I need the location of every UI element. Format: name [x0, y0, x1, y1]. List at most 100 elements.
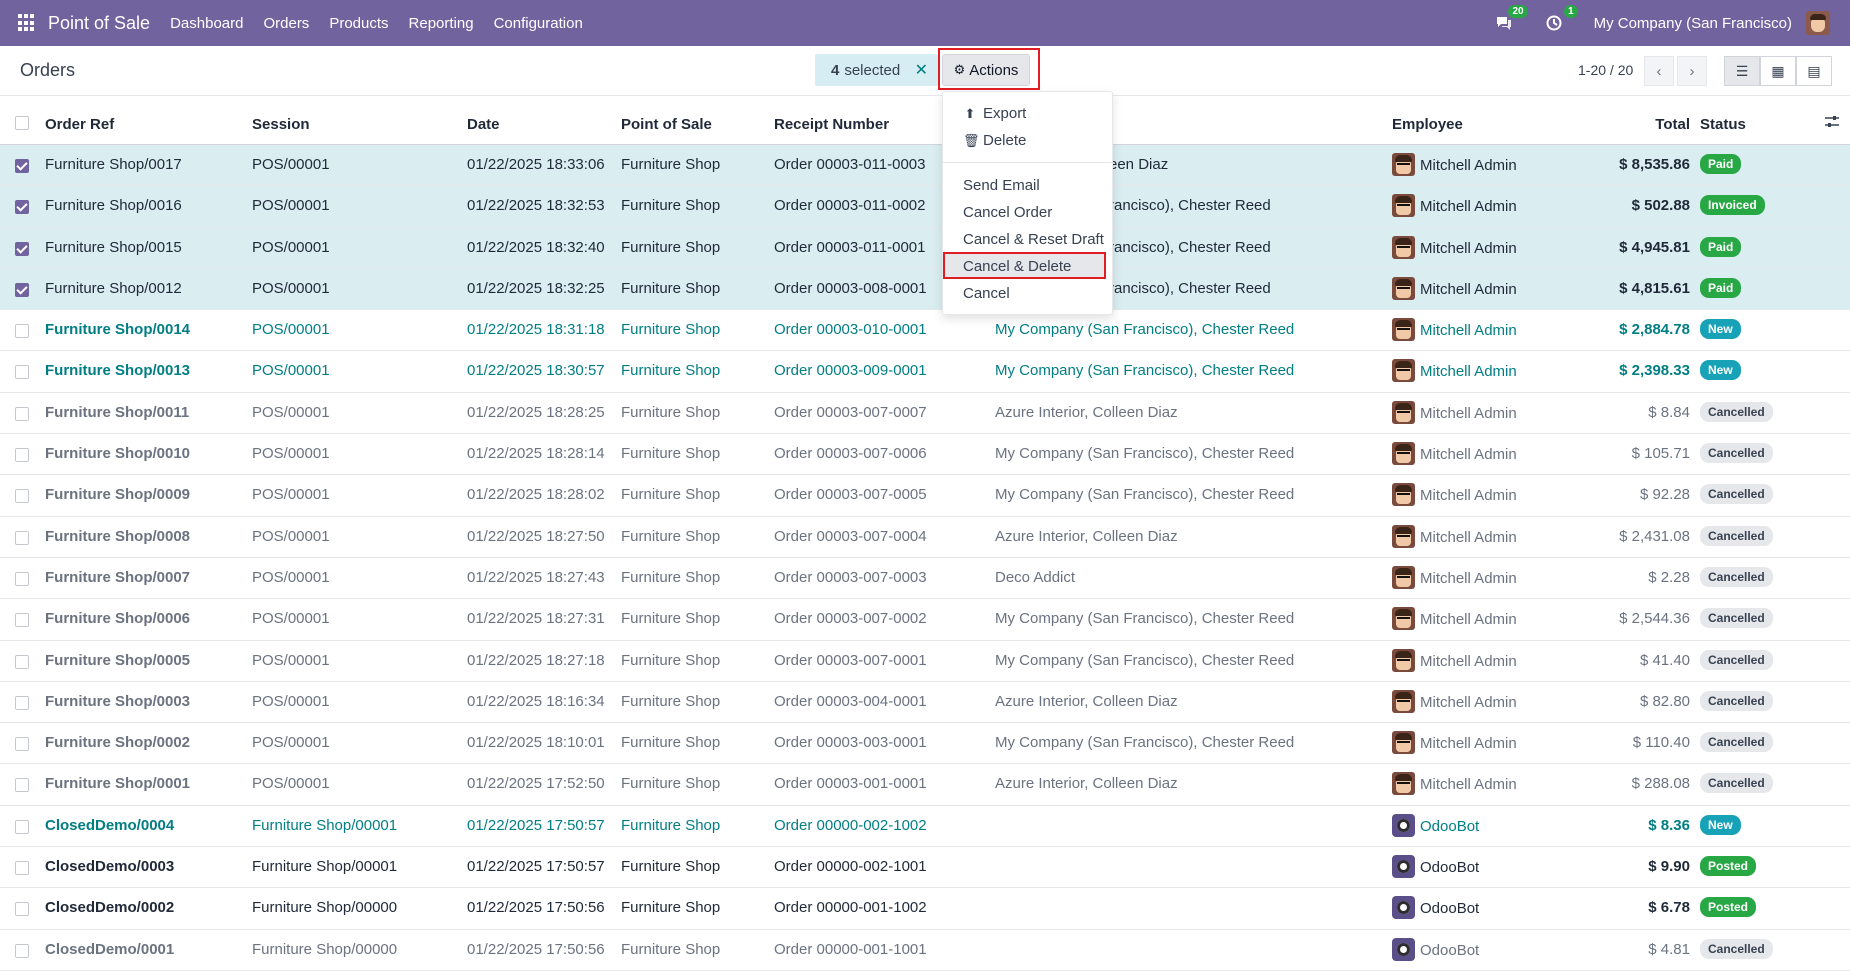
table-row[interactable]: Furniture Shop/0013 POS/00001 01/22/2025 1…	[0, 351, 1850, 393]
menu-reporting[interactable]: Reporting	[409, 15, 474, 32]
apps-menu-icon[interactable]	[18, 14, 36, 32]
employee-name: Mitchell Admin	[1420, 693, 1517, 711]
menu-export[interactable]: ⬆ Export	[963, 105, 1027, 122]
messages-count-badge: 20	[1508, 5, 1528, 18]
row-checkbox[interactable]	[15, 778, 29, 793]
col-date[interactable]: Date	[467, 116, 500, 133]
menu-configuration[interactable]: Configuration	[494, 15, 583, 32]
user-avatar[interactable]	[1806, 11, 1830, 35]
row-checkbox[interactable]	[15, 282, 29, 297]
col-total[interactable]: Total	[1620, 116, 1690, 133]
column-settings-icon[interactable]	[1824, 115, 1840, 133]
col-point-of-sale[interactable]: Point of Sale	[621, 116, 712, 133]
list-view-icon[interactable]: ☰	[1724, 56, 1760, 86]
table-row[interactable]: Furniture Shop/0001 POS/00001 01/22/2025 1…	[0, 764, 1850, 806]
messages-icon[interactable]: 20	[1494, 5, 1528, 33]
row-checkbox[interactable]	[15, 654, 29, 669]
row-checkbox[interactable]	[15, 737, 29, 752]
order-date: 01/22/2025 18:32:40	[467, 238, 605, 256]
table-row[interactable]: Furniture Shop/0006 POS/00001 01/22/2025 1…	[0, 599, 1850, 641]
table-row[interactable]: Furniture Shop/0011 POS/00001 01/22/2025 1…	[0, 393, 1850, 435]
table-row[interactable]: Furniture Shop/0003 POS/00001 01/22/2025 1…	[0, 682, 1850, 724]
table-row[interactable]: Furniture Shop/0012 POS/00001 01/22/2025 1…	[0, 268, 1850, 311]
menu-delete-label: Delete	[983, 132, 1027, 149]
selection-indicator: 4 selected ✕	[815, 54, 938, 86]
menu-orders[interactable]: Orders	[263, 15, 309, 32]
col-order-ref[interactable]: Order Ref	[45, 116, 114, 133]
menu-dashboard[interactable]: Dashboard	[170, 15, 243, 32]
order-total: $ 4.81	[1648, 940, 1690, 958]
table-row[interactable]: Furniture Shop/0009 POS/00001 01/22/2025 1…	[0, 475, 1850, 517]
employee-name: Mitchell Admin	[1420, 322, 1517, 340]
menu-send-email[interactable]: Send Email	[963, 177, 1040, 194]
row-checkbox[interactable]	[15, 448, 29, 463]
status-badge: Posted	[1700, 897, 1757, 918]
row-checkbox[interactable]	[15, 200, 29, 215]
row-checkbox[interactable]	[15, 241, 29, 256]
table-row[interactable]: Furniture Shop/0016 POS/00001 01/22/2025 1…	[0, 186, 1850, 228]
table-row[interactable]: Furniture Shop/0014 POS/00001 01/22/2025 1…	[0, 310, 1850, 352]
table-row[interactable]: Furniture Shop/0002 POS/00001 01/22/2025 1…	[0, 723, 1850, 765]
point-of-sale: Furniture Shop	[621, 775, 721, 793]
menu-delete[interactable]: 🗑 Delete	[963, 132, 1026, 149]
activities-clock-icon[interactable]: 1	[1544, 5, 1578, 33]
app-name[interactable]: Point of Sale	[48, 13, 150, 34]
col-employee[interactable]: Employee	[1392, 116, 1463, 133]
order-total: $ 8.36	[1648, 816, 1690, 834]
select-all-checkbox[interactable]	[15, 116, 29, 130]
table-row[interactable]: ClosedDemo/0003 Furniture Shop/00001 01/22…	[0, 847, 1850, 889]
menu-cancel-reset-draft[interactable]: Cancel & Reset Draft	[963, 231, 1104, 248]
menu-products[interactable]: Products	[329, 15, 388, 32]
row-checkbox[interactable]	[15, 571, 29, 586]
col-session[interactable]: Session	[252, 116, 310, 133]
status-badge: Cancelled	[1700, 566, 1773, 587]
table-row[interactable]: Furniture Shop/0005 POS/00001 01/22/2025 1…	[0, 641, 1850, 682]
row-checkbox[interactable]	[15, 530, 29, 545]
row-checkbox[interactable]	[15, 159, 29, 173]
employee-name: Mitchell Admin	[1420, 157, 1517, 174]
customer: rancisco), Chester Reed	[1109, 238, 1271, 256]
row-checkbox[interactable]	[15, 943, 29, 958]
row-checkbox[interactable]	[15, 365, 29, 380]
menu-cancel-order[interactable]: Cancel Order	[963, 204, 1052, 221]
employee-name: Mitchell Admin	[1420, 528, 1517, 546]
table-row[interactable]: Furniture Shop/0008 POS/00001 01/22/2025 1…	[0, 517, 1850, 558]
pager-previous-icon[interactable]: ‹	[1644, 56, 1674, 86]
receipt-number: Order 00003-007-0007	[774, 403, 927, 421]
row-checkbox[interactable]	[15, 324, 29, 339]
order-ref: Furniture Shop/0007	[45, 568, 191, 586]
order-ref: Furniture Shop/0010	[45, 445, 191, 463]
customer: My Company (San Francisco), Chester Reed	[995, 734, 1295, 752]
row-checkbox[interactable]	[15, 489, 29, 504]
row-checkbox[interactable]	[15, 613, 29, 628]
order-total: $ 2,431.08	[1619, 527, 1690, 545]
table-row[interactable]: Furniture Shop/0007 POS/00001 01/22/2025 1…	[0, 558, 1850, 600]
order-ref: Furniture Shop/0012	[45, 279, 182, 297]
row-checkbox[interactable]	[15, 819, 29, 834]
table-row[interactable]: ClosedDemo/0002 Furniture Shop/00000 01/22…	[0, 888, 1850, 930]
clear-selection-icon[interactable]: ✕	[915, 60, 928, 80]
pivot-view-icon[interactable]: ▤	[1796, 56, 1832, 86]
table-row[interactable]: ClosedDemo/0001 Furniture Shop/00000 01/22…	[0, 930, 1850, 971]
table-row[interactable]: Furniture Shop/0010 POS/00001 01/22/2025 1…	[0, 434, 1850, 476]
table-row[interactable]: Furniture Shop/0015 POS/00001 01/22/2025 1…	[0, 227, 1850, 269]
col-status[interactable]: Status	[1700, 116, 1746, 133]
control-panel: Orders 4 selected ✕ ⚙ Actions 1-20 / 20 …	[0, 46, 1850, 96]
col-receipt-number[interactable]: Receipt Number	[774, 116, 889, 133]
menu-cancel[interactable]: Cancel	[963, 285, 1010, 302]
pager-value[interactable]: 1-20 / 20	[1578, 62, 1633, 78]
table-row[interactable]: ClosedDemo/0004 Furniture Shop/00001 01/22…	[0, 806, 1850, 848]
session: POS/00001	[252, 486, 330, 504]
session: POS/00001	[252, 279, 330, 297]
row-checkbox[interactable]	[15, 695, 29, 710]
row-checkbox[interactable]	[15, 406, 29, 421]
row-checkbox[interactable]	[15, 902, 29, 917]
page-title[interactable]: Orders	[20, 60, 75, 81]
table-row[interactable]: Furniture Shop/0017 POS/00001 01/22/2025 1…	[0, 145, 1850, 187]
order-date: 01/22/2025 18:28:02	[467, 486, 605, 504]
menu-cancel-delete[interactable]: Cancel & Delete	[963, 258, 1071, 275]
kanban-view-icon[interactable]: ▦	[1760, 56, 1796, 86]
row-checkbox[interactable]	[15, 861, 29, 876]
company-switcher[interactable]: My Company (San Francisco)	[1594, 15, 1792, 32]
pager-next-icon[interactable]: ›	[1677, 56, 1707, 86]
